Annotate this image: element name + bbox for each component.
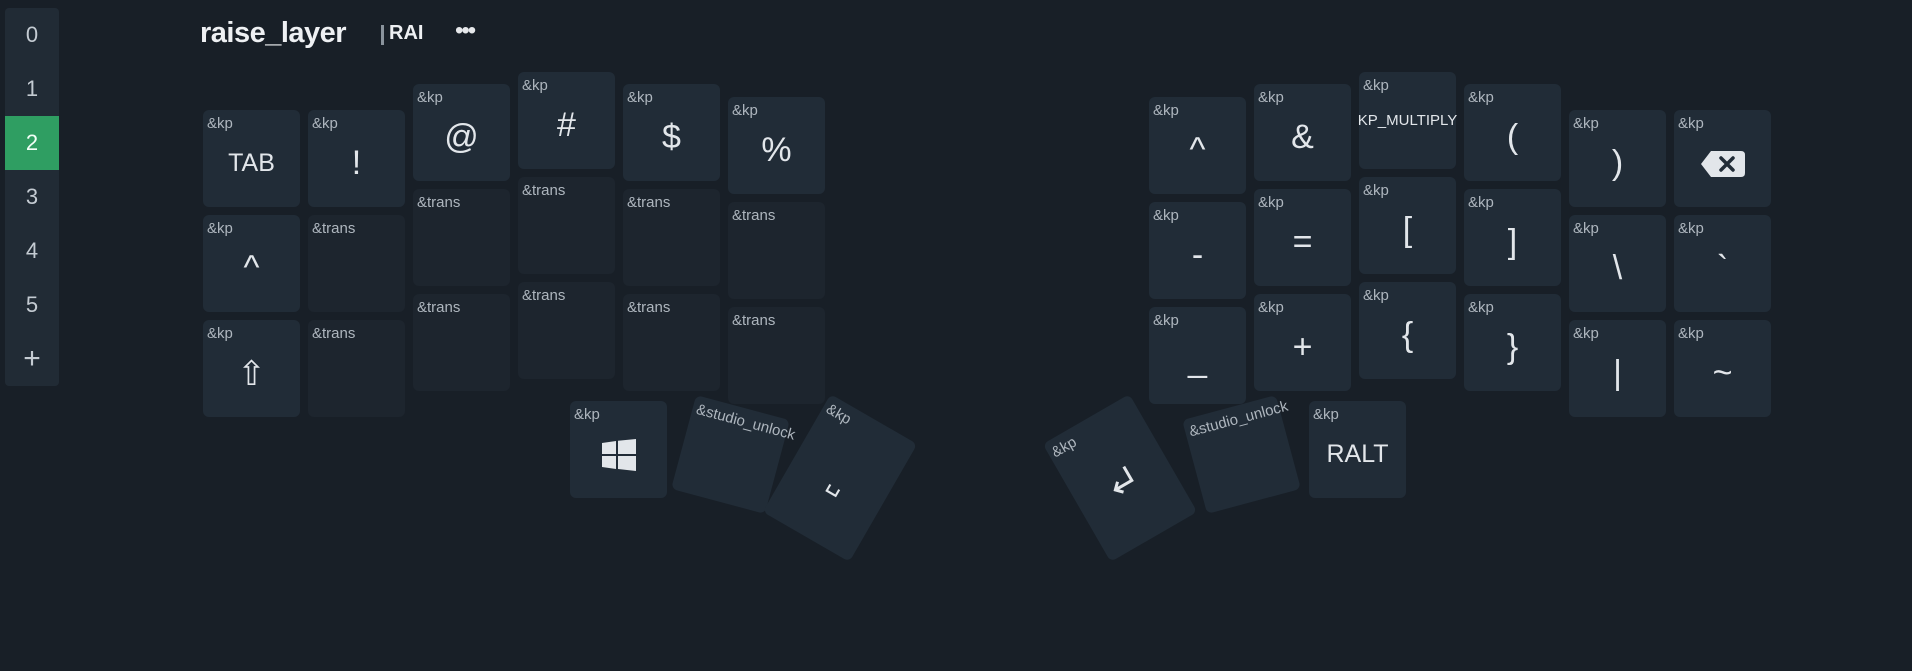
key-ampersand[interactable]: &kp & [1254, 84, 1351, 181]
key-backslash[interactable]: &kp \ [1569, 215, 1666, 312]
key-behavior: &trans [522, 182, 566, 199]
key-legend: KP_MULTIPLY [1357, 112, 1458, 129]
key-rbracket[interactable]: &kp ] [1464, 189, 1561, 286]
layer-divider [381, 25, 384, 45]
layer-3-item[interactable]: 3 [5, 170, 59, 224]
key-legend: ] [1507, 223, 1518, 261]
key-trans[interactable]: &trans [308, 215, 405, 312]
key-percent[interactable]: &kp % [728, 97, 825, 194]
layer-name[interactable]: raise_layer [200, 17, 347, 50]
layer-4-item[interactable]: 4 [5, 224, 59, 278]
key-backspace[interactable]: &kp [1674, 110, 1771, 207]
key-legend: } [1506, 328, 1519, 366]
layer-2-item[interactable]: 2 [5, 116, 59, 170]
key-tab[interactable]: &kp TAB [203, 110, 300, 207]
key-exclamation[interactable]: &kp ! [308, 110, 405, 207]
key-behavior: &studio_unlock [1187, 397, 1290, 441]
key-legend: { [1401, 316, 1414, 354]
key-behavior: &trans [732, 207, 776, 224]
key-legend: ! [351, 144, 362, 182]
key-legend: ` [1716, 249, 1729, 287]
shift-icon: ⇧ [237, 354, 266, 393]
key-legend: [ [1402, 211, 1413, 249]
key-behavior: &trans [417, 299, 461, 316]
key-trans[interactable]: &trans [413, 294, 510, 391]
key-rbrace[interactable]: &kp } [1464, 294, 1561, 391]
key-trans[interactable]: &trans [623, 189, 720, 286]
key-at[interactable]: &kp @ [413, 84, 510, 181]
key-trans[interactable]: &trans [413, 189, 510, 286]
key-legend: % [761, 131, 792, 169]
key-behavior: &trans [732, 312, 776, 329]
key-studio-unlock[interactable]: &studio_unlock [1182, 395, 1301, 514]
key-lbrace[interactable]: &kp { [1359, 282, 1456, 379]
key-legend: - [1191, 236, 1204, 274]
key-lparen[interactable]: &kp ( [1464, 84, 1561, 181]
key-behavior: &trans [522, 287, 566, 304]
key-legend: | [1613, 354, 1622, 392]
key-legend: = [1292, 223, 1313, 261]
enter-icon [1043, 394, 1198, 562]
key-legend: ^ [243, 249, 260, 287]
layer-1-item[interactable]: 1 [5, 62, 59, 116]
key-legend: ) [1611, 144, 1624, 182]
key-trans[interactable]: &trans [728, 307, 825, 404]
key-lbracket[interactable]: &kp [ [1359, 177, 1456, 274]
key-behavior: &trans [627, 194, 671, 211]
layer-5-item[interactable]: 5 [5, 278, 59, 332]
key-legend: ( [1506, 118, 1519, 156]
key-shift[interactable]: &kp ⇧ [203, 320, 300, 417]
key-rparen[interactable]: &kp ) [1569, 110, 1666, 207]
key-caret[interactable]: &kp ^ [1149, 97, 1246, 194]
layer-menu-button[interactable]: ••• [455, 17, 476, 45]
key-legend: ^ [1189, 131, 1206, 169]
key-equal[interactable]: &kp = [1254, 189, 1351, 286]
key-enter[interactable]: &kp [1042, 394, 1198, 562]
key-behavior: &trans [417, 194, 461, 211]
key-multiply[interactable]: &kp KP_MULTIPLY [1357, 72, 1458, 169]
key-behavior: &trans [627, 299, 671, 316]
key-legend: \ [1612, 249, 1623, 287]
key-legend: @ [444, 118, 479, 156]
key-legend: _ [1188, 341, 1207, 379]
key-trans[interactable]: &trans [623, 294, 720, 391]
windows-icon [570, 401, 667, 498]
key-trans[interactable]: &trans [518, 177, 615, 274]
key-legend: RALT [1326, 440, 1389, 468]
key-trans[interactable]: &trans [728, 202, 825, 299]
key-hash[interactable]: &kp # [518, 72, 615, 169]
key-ralt[interactable]: &kp RALT [1309, 401, 1406, 498]
add-layer-button[interactable]: + [5, 332, 59, 386]
key-gui[interactable]: &kp [570, 401, 667, 498]
layer-0-item[interactable]: 0 [5, 8, 59, 62]
key-dollar[interactable]: &kp $ [623, 84, 720, 181]
key-behavior: &studio_unlock [694, 400, 798, 444]
layer-abbrev[interactable]: RAI [389, 22, 423, 45]
key-trans[interactable]: &trans [308, 320, 405, 417]
key-legend: TAB [228, 149, 275, 177]
key-legend: & [1291, 118, 1314, 156]
key-tilde[interactable]: &kp ~ [1674, 320, 1771, 417]
key-pipe[interactable]: &kp | [1569, 320, 1666, 417]
key-legend: $ [662, 118, 681, 156]
key-legend: # [557, 106, 576, 144]
key-minus[interactable]: &kp - [1149, 202, 1246, 299]
layer-sidebar: 0 1 2 3 4 5 + [5, 8, 59, 386]
key-behavior: &trans [312, 325, 356, 342]
key-legend: + [1292, 328, 1313, 366]
key-legend: ~ [1712, 354, 1733, 392]
key-grave[interactable]: &kp ` [1674, 215, 1771, 312]
key-trans[interactable]: &trans [518, 282, 615, 379]
backspace-icon [1674, 110, 1771, 207]
key-behavior: &trans [312, 220, 356, 237]
key-underscore[interactable]: &kp _ [1149, 307, 1246, 404]
key-caret[interactable]: &kp ^ [203, 215, 300, 312]
key-plus[interactable]: &kp + [1254, 294, 1351, 391]
